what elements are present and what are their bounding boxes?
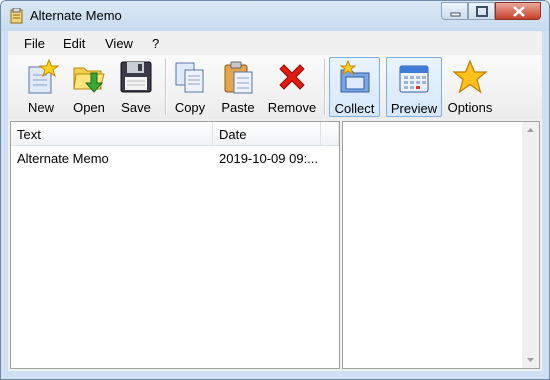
scroll-down-button[interactable] [522,351,539,368]
scroll-down-arrow-icon [527,358,534,362]
column-header-filler [321,122,339,146]
cell-text: Alternate Memo [17,151,109,166]
open-button[interactable]: Open [66,57,112,117]
preview-calendar-icon [399,65,429,93]
copy-icon [175,62,204,93]
minimize-icon [450,12,461,17]
app-window: Alternate Memo File Edit View ? New Open… [0,0,550,380]
minimize-button[interactable] [441,2,468,20]
floppy-disk-icon [120,61,152,93]
menu-edit[interactable]: Edit [63,36,85,51]
column-header-date-label: Date [219,127,247,142]
preview-pane[interactable] [342,121,540,369]
menu-view[interactable]: View [105,36,133,51]
client-area: Text Date Alternate Memo 2019-10-09 09:.… [8,119,542,371]
remove-label: Remove [267,100,317,115]
maximize-button[interactable] [468,2,495,20]
collect-label: Collect [334,101,375,116]
preview-label: Preview [390,101,438,116]
scroll-up-button[interactable] [522,122,539,139]
cell-date: 2019-10-09 09:... [219,151,319,166]
memo-list[interactable]: Text Date Alternate Memo 2019-10-09 09:.… [10,121,340,369]
copy-label: Copy [174,100,206,115]
collect-button[interactable]: Collect [329,57,380,117]
new-memo-icon [28,59,59,94]
column-header-text[interactable]: Text [11,122,213,146]
window-title: Alternate Memo [30,8,122,23]
star-icon [452,59,488,94]
title-bar[interactable]: Alternate Memo [1,1,549,31]
paste-clipboard-icon [224,61,253,94]
toolbar-separator [165,59,167,115]
open-folder-icon [73,67,105,93]
collect-folder-icon [339,60,369,93]
column-header-date[interactable]: Date [213,122,321,146]
options-label: Options [447,100,493,115]
preview-button[interactable]: Preview [386,57,442,117]
red-x-icon [279,64,305,90]
app-memo-icon [10,8,23,24]
menu-file[interactable]: File [24,36,45,51]
close-button[interactable] [495,2,541,20]
options-button[interactable]: Options [445,57,495,117]
menu-help[interactable]: ? [152,36,159,51]
copy-button[interactable]: Copy [170,57,210,117]
remove-button[interactable]: Remove [264,57,320,117]
save-label: Save [121,100,151,115]
paste-button[interactable]: Paste [216,57,260,117]
paste-label: Paste [221,100,255,115]
menu-bar: File Edit View ? [8,31,542,55]
column-header-text-label: Text [17,127,41,142]
scroll-up-arrow-icon [527,128,534,132]
new-button[interactable]: New [20,57,62,117]
toolbar: New Open Save Copy Paste Remove Collect … [8,55,542,120]
vertical-scrollbar[interactable] [522,122,539,368]
save-button[interactable]: Save [114,57,158,117]
toolbar-separator [324,59,326,115]
new-label: New [27,100,54,115]
table-row[interactable]: Alternate Memo 2019-10-09 09:... [11,148,339,170]
open-label: Open [73,100,105,115]
close-icon [513,6,525,17]
maximize-icon [476,6,488,17]
